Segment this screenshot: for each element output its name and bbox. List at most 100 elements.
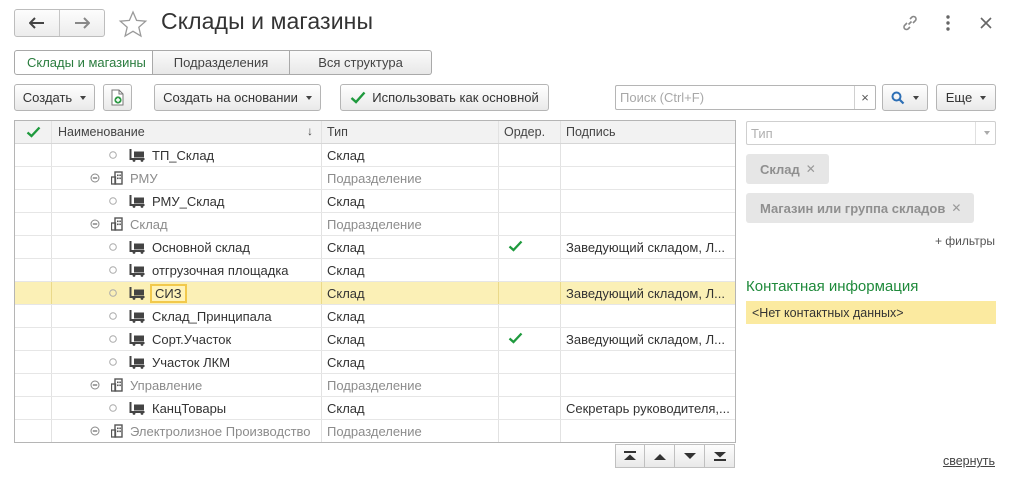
- row-name-cell[interactable]: РМУ_Склад: [52, 190, 322, 212]
- use-as-main-label: Использовать как основной: [372, 90, 539, 105]
- type-filter-dropdown[interactable]: [975, 122, 995, 144]
- row-name-cell[interactable]: Сорт.Участок: [52, 328, 322, 350]
- header-signature[interactable]: Подпись: [561, 121, 735, 143]
- department-icon: [111, 171, 125, 185]
- row-name-wrap: отгрузочная площадка: [108, 263, 289, 278]
- row-name-cell[interactable]: ТП_Склад: [52, 144, 322, 166]
- link-icon[interactable]: [900, 12, 920, 34]
- table-row[interactable]: СИЗ Склад Заведующий складом, Л...: [15, 282, 735, 305]
- row-name-wrap: РМУ: [90, 171, 158, 186]
- table-row[interactable]: Участок ЛКМ Склад: [15, 351, 735, 374]
- row-name-cell[interactable]: РМУ: [52, 167, 322, 189]
- row-name-cell[interactable]: Склад_Принципала: [52, 305, 322, 327]
- tree-bullet-icon: [108, 403, 118, 413]
- tree-bullet-icon: [108, 150, 118, 160]
- header-name[interactable]: Наименование ↓: [52, 121, 322, 143]
- row-name-cell[interactable]: отгрузочная площадка: [52, 259, 322, 281]
- row-type: Склад: [322, 259, 499, 281]
- favorite-star-icon[interactable]: [118, 10, 148, 41]
- table-row[interactable]: отгрузочная площадка Склад: [15, 259, 735, 282]
- row-type: Склад: [322, 328, 499, 350]
- collapse-toggle-icon[interactable]: [90, 426, 100, 436]
- row-signature: [561, 420, 735, 442]
- more-button[interactable]: Еще: [936, 84, 996, 111]
- type-filter-field[interactable]: Тип: [746, 121, 996, 145]
- row-name: ТП_Склад: [152, 147, 215, 163]
- page-title: Склады и магазины: [161, 8, 374, 34]
- table-row[interactable]: Управление Подразделение: [15, 374, 735, 397]
- more-vertical-icon[interactable]: [938, 12, 958, 34]
- collapse-toggle-icon[interactable]: [90, 380, 100, 390]
- create-button[interactable]: Создать: [14, 84, 95, 111]
- header-type[interactable]: Тип: [322, 121, 499, 143]
- row-signature: Заведующий складом, Л...: [566, 285, 725, 301]
- row-name-cell[interactable]: Участок ЛКМ: [52, 351, 322, 373]
- table-row[interactable]: Основной склад Склад Заведующий складом, Л…: [15, 236, 735, 259]
- row-signature: [561, 259, 735, 281]
- clear-search-button[interactable]: ×: [854, 86, 875, 109]
- collapse-toggle-icon[interactable]: [90, 219, 100, 229]
- row-name-cell[interactable]: Склад: [52, 213, 322, 235]
- row-name: Участок ЛКМ: [152, 354, 231, 370]
- department-icon: [111, 378, 125, 392]
- remove-tag-icon[interactable]: ✕: [951, 201, 961, 215]
- use-as-main-button[interactable]: Использовать как основной: [340, 84, 549, 111]
- collapse-toggle-icon[interactable]: [90, 173, 100, 183]
- row-name: Сорт.Участок: [152, 331, 232, 347]
- search-input[interactable]: [616, 86, 852, 109]
- copy-button[interactable]: [103, 84, 132, 111]
- row-name-cell[interactable]: Основной склад: [52, 236, 322, 258]
- filter-tag-label: Магазин или группа складов: [760, 200, 946, 216]
- back-button[interactable]: [15, 10, 59, 36]
- create-button-label: Создать: [22, 90, 73, 105]
- table-row[interactable]: Склад Подразделение: [15, 213, 735, 236]
- row-name-cell[interactable]: Электролизное Производство: [52, 420, 322, 442]
- tab-all-structure[interactable]: Вся структура: [290, 50, 432, 75]
- row-name: Склад_Принципала: [152, 308, 272, 324]
- table-row[interactable]: РМУ Подразделение: [15, 167, 735, 190]
- scroll-down-button[interactable]: [675, 444, 705, 468]
- checkmark-icon: [508, 332, 523, 346]
- scroll-to-bottom-button[interactable]: [705, 444, 735, 468]
- tab-departments[interactable]: Подразделения: [153, 50, 290, 75]
- row-name-wrap: ТП_Склад: [108, 148, 214, 163]
- search-icon: [891, 91, 905, 104]
- arrow-right-icon: [75, 17, 90, 29]
- contacts-empty[interactable]: <Нет контактных данных>: [746, 301, 996, 324]
- scroll-up-button[interactable]: [645, 444, 675, 468]
- row-signature: Секретарь руководителя,...: [566, 400, 730, 416]
- table-row[interactable]: Сорт.Участок Склад Заведующий складом, Л..…: [15, 328, 735, 351]
- row-mark: [15, 420, 52, 442]
- header-mark-column[interactable]: [15, 121, 52, 143]
- add-filters-link[interactable]: + фильтры: [935, 234, 995, 248]
- table-row[interactable]: Электролизное Производство Подразделение: [15, 420, 735, 442]
- forward-button[interactable]: [59, 10, 104, 36]
- header-order[interactable]: Ордер.: [499, 121, 561, 143]
- row-name-wrap: Сорт.Участок: [108, 332, 231, 347]
- row-name-cell[interactable]: Управление: [52, 374, 322, 396]
- row-order: [499, 397, 561, 419]
- row-type: Подразделение: [322, 213, 499, 235]
- row-signature: [561, 305, 735, 327]
- filter-tag-store[interactable]: Магазин или группа складов ✕: [746, 193, 975, 223]
- collapse-link[interactable]: свернуть: [943, 454, 995, 468]
- table-row[interactable]: ТП_Склад Склад: [15, 144, 735, 167]
- scroll-to-top-button[interactable]: [615, 444, 645, 468]
- row-type: Склад: [322, 351, 499, 373]
- row-mark: [15, 259, 52, 281]
- create-based-on-button[interactable]: Создать на основании: [154, 84, 321, 111]
- remove-tag-icon[interactable]: ✕: [806, 162, 816, 176]
- table-row[interactable]: Склад_Принципала Склад: [15, 305, 735, 328]
- header-signature-label: Подпись: [566, 125, 616, 139]
- row-order: [499, 213, 561, 235]
- table-row[interactable]: РМУ_Склад Склад: [15, 190, 735, 213]
- search-options-button[interactable]: [882, 84, 928, 111]
- list-navigation: [615, 444, 735, 468]
- tab-warehouses-and-stores[interactable]: Склады и магазины: [14, 50, 153, 75]
- row-name-cell[interactable]: КанцТовары: [52, 397, 322, 419]
- table-row[interactable]: КанцТовары Склад Секретарь руководителя,..…: [15, 397, 735, 420]
- row-name-cell[interactable]: СИЗ: [52, 282, 322, 304]
- filter-tag-warehouse[interactable]: Склад ✕: [746, 154, 829, 184]
- close-icon[interactable]: [976, 12, 996, 34]
- warehouse-icon: [129, 309, 147, 323]
